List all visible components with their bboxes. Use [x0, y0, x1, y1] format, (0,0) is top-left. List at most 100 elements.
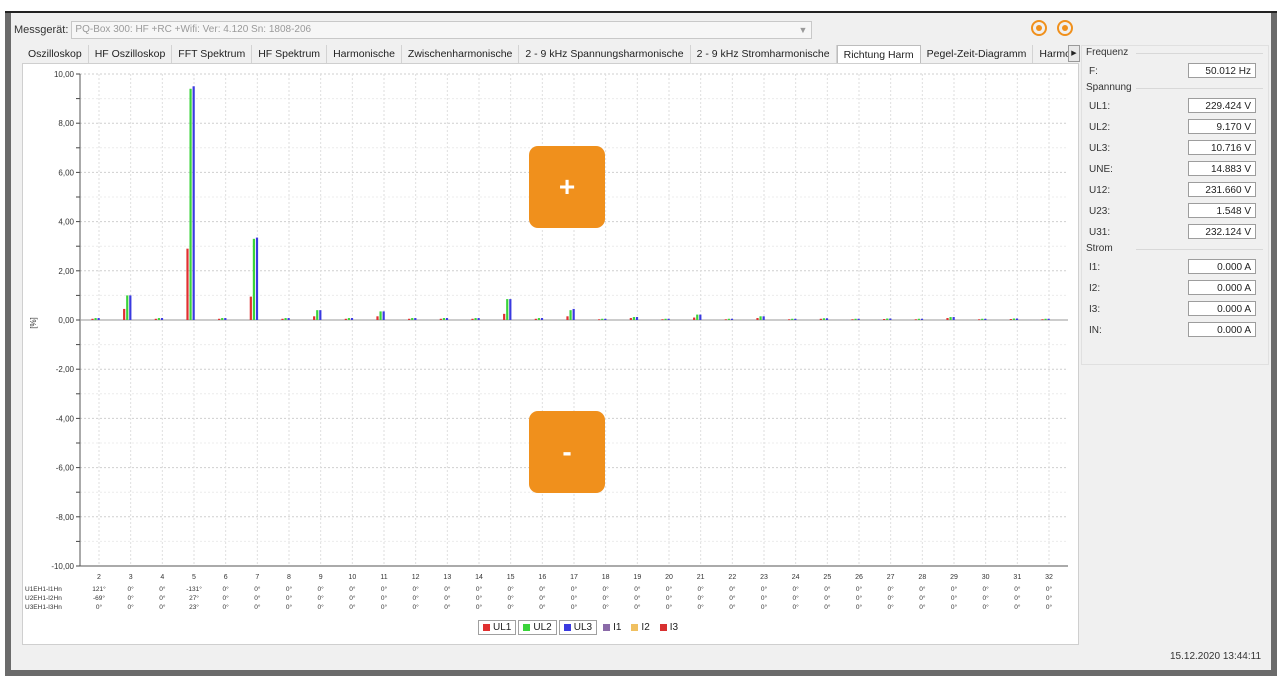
bar-ul2 — [569, 310, 572, 320]
phase-value: 0° — [888, 585, 895, 593]
phase-value: 0° — [1046, 585, 1053, 593]
tab-harmonische[interactable]: Harmonische — [327, 45, 402, 63]
legend-swatch — [523, 624, 531, 631]
legend-item-i2[interactable]: I2 — [627, 621, 653, 634]
device-select[interactable]: PQ-Box 300: HF +RC +Wifi: Ver: 4.120 Sn:… — [71, 21, 813, 39]
bar-ul3 — [224, 318, 227, 320]
phase-value: 0° — [318, 594, 325, 602]
x-tick-label: 8 — [287, 574, 291, 581]
bar-ul2 — [664, 318, 667, 320]
bar-ul3 — [667, 318, 670, 320]
phase-value: 0° — [128, 585, 135, 593]
bar-ul3 — [129, 295, 132, 320]
legend-item-i3[interactable]: I3 — [656, 621, 682, 634]
bar-ul1 — [946, 318, 949, 320]
bar-ul3 — [825, 318, 829, 320]
measurement-label: I2: — [1089, 283, 1101, 294]
phase-value: 0° — [951, 594, 958, 602]
y-tick-label: 4,00 — [58, 218, 74, 227]
phase-value: 0° — [951, 603, 958, 611]
phase-value: 0° — [286, 585, 293, 593]
bar-ul1 — [1041, 319, 1044, 321]
x-tick-label: 27 — [887, 574, 895, 581]
y-tick-label: -2,00 — [56, 365, 75, 374]
bar-ul1 — [154, 318, 157, 320]
phase-value: 0° — [824, 594, 831, 602]
bar-ul3 — [857, 318, 860, 320]
phase-value: 0° — [444, 603, 451, 611]
tab-2-9-khz-stromharmonische[interactable]: 2 - 9 kHz Stromharmonische — [691, 45, 837, 63]
chevron-down-icon[interactable]: ▼ — [799, 22, 808, 38]
y-tick-label: 6,00 — [58, 168, 74, 177]
phase-value: 0° — [698, 603, 705, 611]
phase-value: 0° — [793, 603, 800, 611]
bar-ul1 — [914, 319, 917, 321]
x-tick-label: 16 — [538, 574, 546, 581]
measurement-label: UL2: — [1089, 122, 1111, 133]
tab-oszilloskop[interactable]: Oszilloskop — [22, 45, 89, 63]
phase-value: 0° — [634, 594, 641, 602]
x-tick-label: 9 — [319, 574, 323, 581]
phase-value: 0° — [1014, 585, 1021, 593]
phase-value: 0° — [381, 603, 388, 611]
phase-value: 0° — [951, 585, 958, 593]
radio-record-icon[interactable] — [1031, 20, 1047, 36]
measurement-value-field: 0.000 A — [1188, 259, 1256, 274]
radio-status-icon[interactable] — [1057, 20, 1073, 36]
phase-row-label: U2EH1-I2Hn — [25, 595, 62, 602]
tab-richtung-harm[interactable]: Richtung Harm — [836, 45, 921, 63]
bar-ul1 — [756, 318, 759, 320]
tab-pegel-zeit-diagramm[interactable]: Pegel-Zeit-Diagramm — [921, 45, 1034, 63]
legend-item-i1[interactable]: I1 — [599, 621, 625, 634]
phase-value: 0° — [761, 594, 768, 602]
bar-ul2 — [221, 318, 224, 320]
measurement-row: UL1: 229.424 V — [1083, 96, 1263, 117]
y-tick-label: 10,00 — [54, 70, 75, 79]
group-title-spannung: Spannung — [1086, 82, 1263, 93]
phase-value: 0° — [1046, 594, 1053, 602]
measurement-row: U23: 1.548 V — [1083, 201, 1263, 222]
bar-ul3 — [192, 86, 195, 320]
phase-value: 0° — [254, 594, 261, 602]
bar-ul2 — [1012, 318, 1016, 320]
x-tick-label: 14 — [475, 574, 483, 581]
tab-zwischenharmonische[interactable]: Zwischenharmonische — [402, 45, 520, 63]
phase-value: 27° — [189, 594, 199, 602]
tab-hf-oszilloskop[interactable]: HF Oszilloskop — [89, 45, 173, 63]
phase-value: 0° — [1014, 603, 1021, 611]
tab-harmonisch[interactable]: Harmonisch — [1033, 45, 1070, 63]
bar-ul3 — [952, 317, 955, 320]
phase-value: 0° — [128, 594, 135, 602]
tab-2-9-khz-spannungsharmonische[interactable]: 2 - 9 kHz Spannungsharmonische — [519, 45, 691, 63]
legend-swatch — [483, 624, 490, 631]
group-title-frequenz: Frequenz — [1086, 47, 1263, 58]
legend-label: I2 — [641, 622, 650, 633]
tab-scroll-right-icon[interactable]: ▶ — [1068, 45, 1080, 62]
phase-value: 0° — [508, 585, 515, 593]
legend-item-ul1[interactable]: UL1 — [478, 620, 517, 635]
phase-value: 0° — [539, 603, 546, 611]
measurement-value-field: 14.883 V — [1188, 161, 1256, 176]
bar-ul1 — [408, 318, 411, 320]
measurement-label: UNE: — [1089, 164, 1113, 175]
phase-value: 0° — [761, 585, 768, 593]
tab-hf-spektrum[interactable]: HF Spektrum — [252, 45, 328, 63]
measurement-label: UL3: — [1089, 143, 1111, 154]
zoom-in-button[interactable]: + — [529, 146, 605, 228]
measurement-value-field: 10.716 V — [1188, 140, 1256, 155]
zoom-out-button[interactable]: - — [529, 411, 605, 493]
bar-ul2 — [822, 318, 826, 320]
legend-item-ul2[interactable]: UL2 — [518, 620, 557, 635]
legend-label: UL1 — [493, 622, 512, 633]
phase-value: 0° — [571, 594, 578, 602]
phase-value: 0° — [856, 594, 863, 602]
measurement-value-field: 9.170 V — [1188, 119, 1256, 134]
bar-ul3 — [160, 318, 164, 320]
phase-value: 0° — [919, 594, 926, 602]
x-tick-label: 7 — [255, 574, 259, 581]
bar-ul2 — [949, 317, 952, 320]
legend-item-ul3[interactable]: UL3 — [558, 620, 598, 635]
bar-ul3 — [794, 318, 797, 320]
tab-fft-spektrum[interactable]: FFT Spektrum — [172, 45, 253, 63]
phase-value: 0° — [983, 594, 990, 602]
